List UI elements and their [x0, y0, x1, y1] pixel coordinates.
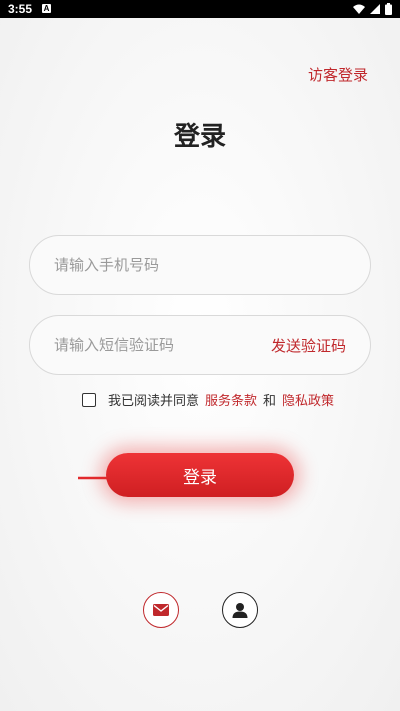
privacy-link[interactable]: 隐私政策 — [282, 390, 334, 409]
agreement-and: 和 — [263, 394, 277, 409]
user-icon — [232, 603, 248, 618]
battery-icon — [385, 3, 392, 15]
signal-icon — [370, 4, 380, 14]
send-code-button[interactable]: 发送验证码 — [271, 335, 346, 356]
sms-code-input[interactable] — [54, 336, 271, 354]
login-button[interactable]: 登录 — [106, 453, 294, 497]
mail-icon — [153, 604, 169, 616]
guest-login-link[interactable]: 访客登录 — [308, 64, 368, 85]
agreement-row: 我已阅读并同意 服务条款 和 隐私政策 — [82, 390, 334, 409]
code-field[interactable]: 发送验证码 — [29, 315, 371, 375]
notification-icon: A — [42, 4, 51, 13]
mail-login-button[interactable] — [143, 592, 179, 628]
phone-field[interactable] — [29, 235, 371, 295]
terms-link[interactable]: 服务条款 — [205, 390, 257, 409]
page-title: 登录 — [173, 122, 226, 152]
agreement-prefix: 我已阅读并同意 — [108, 394, 200, 409]
phone-input[interactable] — [54, 256, 346, 274]
status-time: 3:55 — [8, 2, 33, 16]
wifi-icon — [353, 4, 365, 14]
status-bar: 3:55 A — [0, 0, 400, 18]
user-login-button[interactable] — [222, 592, 258, 628]
system-icons — [353, 3, 392, 15]
agreement-checkbox[interactable] — [82, 392, 96, 407]
